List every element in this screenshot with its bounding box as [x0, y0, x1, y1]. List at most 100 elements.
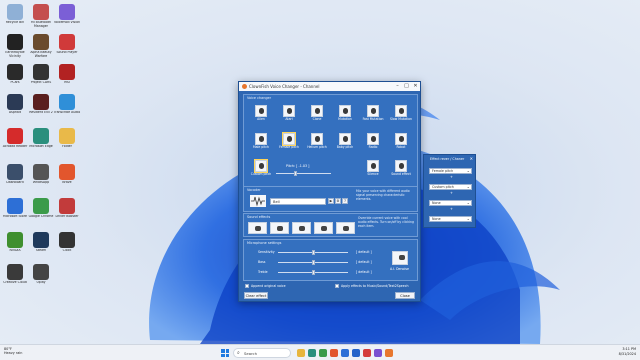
app-icon [7, 64, 23, 80]
effect-tile-5[interactable] [336, 222, 355, 234]
start-button[interactable] [221, 349, 229, 357]
brave-icon[interactable] [330, 349, 338, 357]
voice-button[interactable]: Mutation [334, 105, 356, 122]
app-icon[interactable] [374, 349, 382, 357]
apply-effects-label: Apply effects to Music/Sound/Text2Speech [341, 284, 409, 288]
pitch-slider-knob[interactable] [293, 171, 297, 176]
effect-select-3[interactable]: None [429, 200, 472, 206]
voice-label: Male pitch [252, 145, 269, 149]
voice-label: Female pitch [279, 145, 299, 149]
vocoder-help-button[interactable]: ? [342, 198, 348, 204]
window-title: ClownFish Voice Changer - Channel [249, 84, 320, 89]
system-tray[interactable]: 3:11 PM 8/31/2024 [619, 347, 636, 356]
voice-button[interactable]: Female pitch [278, 133, 300, 150]
voice-button[interactable]: Robot [390, 133, 412, 150]
clownfish-app-icon [242, 84, 247, 89]
app-icon [59, 4, 75, 20]
app-icon[interactable] [363, 349, 371, 357]
vocoder-select[interactable]: Bell [270, 198, 326, 205]
desktop-shortcut-label: Uplay [36, 281, 46, 284]
voice-section-title: Voice changer [247, 96, 271, 100]
chrome-icon[interactable] [319, 349, 327, 357]
app-icon [33, 94, 49, 110]
pitch-slider-track[interactable] [276, 173, 331, 174]
effect-select-2[interactable]: Custom pitch [429, 184, 472, 190]
voice-button[interactable]: Sound effect [390, 160, 412, 177]
app-icon [59, 34, 75, 50]
desktop-shortcut[interactable]: Clock [52, 230, 82, 260]
effect-plus-1: + [450, 175, 453, 179]
denoise-icon[interactable] [392, 251, 408, 265]
effect-tile-3[interactable] [292, 222, 311, 234]
voice-button[interactable]: Male pitch [250, 133, 272, 150]
voice-button[interactable]: Custom pitch [250, 160, 272, 177]
clear-effect-button[interactable]: Clear effect [244, 292, 268, 299]
voice-button[interactable]: Baby pitch [334, 133, 356, 150]
minimize-button[interactable]: – [393, 82, 402, 91]
desktop-shortcut[interactable]: Brave [52, 162, 82, 192]
sound-effects-section: Sound effects Override current voice wit… [243, 213, 418, 237]
voice-button[interactable]: Atari [278, 105, 300, 122]
desktop-shortcut-label: Sound Player [56, 51, 78, 54]
bass-knob[interactable] [311, 260, 315, 265]
window-titlebar[interactable]: ClownFish Voice Changer - Channel – □ ✕ [239, 82, 420, 91]
voice-button[interactable]: Fast Mutation [362, 105, 384, 122]
app-icon[interactable] [385, 349, 393, 357]
voice-button[interactable]: Alien [250, 105, 272, 122]
explorer-icon[interactable] [297, 349, 305, 357]
desktop-shortcut[interactable]: MSI [52, 62, 82, 92]
desktop-shortcut[interactable]: Sound Player [52, 32, 82, 62]
effect-panel-title: Effect rever / Chaner [430, 157, 465, 161]
voice-label: Baby pitch [336, 145, 354, 149]
effect-select-1[interactable]: Female pitch [429, 168, 472, 174]
edge-icon[interactable] [308, 349, 316, 357]
desktop-shortcut[interactable]: Driver Booster [52, 196, 82, 226]
close-window-button[interactable]: ✕ [411, 82, 420, 91]
vocoder-settings-button[interactable]: ⚙ [335, 198, 341, 204]
sensitivity-knob[interactable] [311, 250, 315, 255]
effect-plus-3: + [450, 207, 453, 211]
sound-effects-description: Override current voice with cool audio e… [358, 216, 414, 228]
effect-panel: Effect rever / Chaner ✕ Female pitch + C… [423, 154, 476, 228]
apply-effects-checkbox[interactable] [335, 284, 339, 288]
app-icon [59, 64, 75, 80]
effect-tile-2[interactable] [270, 222, 289, 234]
voice-button[interactable]: Silence [362, 160, 384, 177]
effect-plus-2: + [450, 191, 453, 195]
voice-label: Robot [396, 145, 406, 149]
voice-button[interactable]: Slow Mutation [390, 105, 412, 122]
effect-panel-close-icon[interactable]: ✕ [470, 156, 473, 161]
close-button[interactable]: Close [395, 292, 415, 299]
bass-value: [ default ] [356, 260, 372, 264]
voice-changer-window: ClownFish Voice Changer - Channel – □ ✕ … [238, 81, 421, 302]
desktop-shortcut[interactable]: Voicemod Vision [52, 2, 82, 32]
voice-button[interactable]: Clone [306, 105, 328, 122]
treble-value: [ default ] [356, 270, 372, 274]
desktop-shortcut[interactable]: Uplay [26, 262, 56, 292]
append-original-checkbox[interactable] [245, 284, 249, 288]
maximize-button[interactable]: □ [402, 82, 411, 91]
voice-icon [283, 105, 295, 117]
effect-tile-1[interactable] [248, 222, 267, 234]
mail-icon[interactable] [352, 349, 360, 357]
taskbar-search[interactable]: Search [233, 348, 291, 358]
vocoder-description: Mix your voice with different audio sign… [356, 189, 410, 201]
voice-label: Helium pitch [307, 145, 327, 149]
voice-button[interactable]: Radio [362, 133, 384, 150]
desktop-shortcut[interactable]: Folder [52, 126, 82, 156]
vocoder-play-button[interactable]: ▶ [328, 198, 334, 204]
bass-label: Bass [258, 260, 266, 264]
effect-tile-4[interactable] [314, 222, 333, 234]
store-icon [7, 198, 23, 214]
vocoder-section: Vocoder Bell ▶ ⚙ ? Mix your voice with d… [243, 186, 418, 212]
waveform-icon [250, 195, 266, 207]
store-icon[interactable] [341, 349, 349, 357]
treble-knob[interactable] [311, 270, 315, 275]
voice-button[interactable]: Helium pitch [306, 133, 328, 150]
voice-icon [339, 105, 351, 117]
app-icon [7, 232, 23, 248]
weather-widget[interactable]: 80°F Heavy rain [4, 347, 22, 355]
sensitivity-value: [ default ] [356, 250, 372, 254]
desktop-shortcut[interactable]: Transcribe Audio [52, 92, 82, 122]
effect-select-4[interactable]: None [429, 216, 472, 222]
